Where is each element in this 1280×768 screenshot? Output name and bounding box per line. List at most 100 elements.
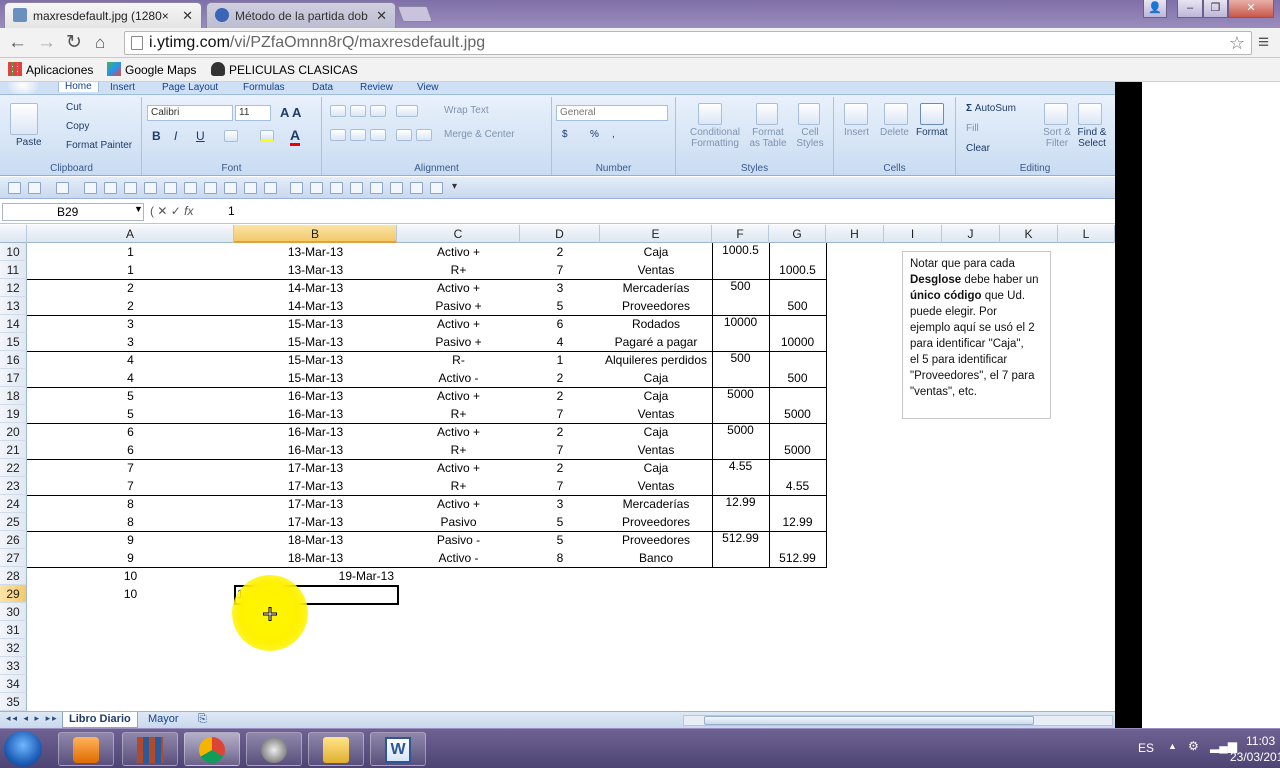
row-header[interactable]: 15 (0, 333, 27, 351)
cell-b[interactable]: 17-Mar-13 (234, 495, 397, 513)
align-top-icon[interactable] (330, 105, 346, 117)
cell-g[interactable] (769, 585, 826, 603)
paste-icon[interactable] (10, 103, 38, 135)
cell-a[interactable]: 3 (27, 333, 234, 351)
find-select-button[interactable]: Find & Select (1074, 127, 1110, 149)
format-painter-button[interactable]: Format Painter (52, 140, 132, 151)
cell-f[interactable]: 500 (712, 351, 769, 369)
cell-b[interactable]: 16-Mar-13 (234, 423, 397, 441)
filter-icon[interactable] (184, 182, 197, 194)
cell-d[interactable]: 7 (520, 405, 600, 423)
cell-b[interactable]: 17-Mar-13 (234, 477, 397, 495)
cell-d[interactable]: 2 (520, 243, 600, 261)
align-bottom-icon[interactable] (370, 105, 386, 117)
cell-c[interactable]: Pasivo + (397, 333, 520, 351)
cell-g[interactable] (769, 243, 826, 261)
cell-f[interactable] (712, 477, 769, 495)
tab-page-layout[interactable]: Page Layout (162, 82, 218, 93)
cell-a[interactable]: 2 (27, 279, 234, 297)
conditional-formatting-icon[interactable] (698, 103, 722, 125)
bookmark-peliculas[interactable]: PELICULAS CLASICAS (211, 62, 358, 77)
shape-icon[interactable] (224, 182, 237, 194)
forward-icon[interactable]: → (37, 32, 56, 54)
delete-button[interactable]: Delete (880, 127, 909, 138)
cell-f[interactable]: 500 (712, 279, 769, 297)
row-header[interactable]: 30 (0, 603, 27, 621)
cell-a[interactable] (27, 675, 234, 693)
copy-button[interactable]: Copy (52, 121, 89, 132)
cell-e[interactable]: Proveedores (600, 297, 712, 315)
cell-a[interactable]: 8 (27, 513, 234, 531)
cell-styles-button[interactable]: Cell Styles (792, 127, 828, 149)
cell-f[interactable]: 4.55 (712, 459, 769, 477)
cell-d[interactable]: 4 (520, 333, 600, 351)
cell-b[interactable]: 15-Mar-13 (234, 315, 397, 333)
cell-g[interactable] (769, 351, 826, 369)
home-icon[interactable]: ⌂ (95, 32, 105, 54)
freeze-icon[interactable] (350, 182, 363, 194)
insert-cells-icon[interactable] (844, 103, 868, 125)
row-header[interactable]: 17 (0, 369, 27, 387)
align-center-icon[interactable] (350, 129, 366, 141)
comment-icon[interactable] (330, 182, 343, 194)
cell-e[interactable]: Alquileres perdidos (600, 351, 712, 369)
cell-e[interactable]: Caja (600, 423, 712, 441)
cell-c[interactable]: R+ (397, 405, 520, 423)
star-icon[interactable]: ☆ (1229, 32, 1245, 54)
cell-c[interactable]: Activo + (397, 315, 520, 333)
cell-g[interactable]: 10000 (769, 333, 826, 351)
cell-b[interactable]: 13-Mar-13 (234, 261, 397, 279)
close-window-button[interactable]: ✕ (1228, 0, 1274, 18)
taskbar-library[interactable] (122, 732, 178, 766)
zoom-icon[interactable] (370, 182, 383, 194)
cell-a[interactable]: 9 (27, 531, 234, 549)
tab-home[interactable]: Home (58, 82, 99, 92)
cell-a[interactable]: 4 (27, 369, 234, 387)
cell-d[interactable]: 1 (520, 351, 600, 369)
cell-g[interactable] (769, 675, 826, 693)
customize-qat-icon[interactable]: ▾ (452, 181, 457, 192)
sheet-tab-libro-diario[interactable]: Libro Diario (62, 712, 138, 728)
cell-d[interactable]: 6 (520, 315, 600, 333)
cell-b[interactable]: 13-Mar-13 (234, 243, 397, 261)
cell-c[interactable] (397, 675, 520, 693)
cell-c[interactable]: Activo + (397, 423, 520, 441)
cell-g[interactable] (769, 531, 826, 549)
cell-d[interactable] (520, 675, 600, 693)
align-right-icon[interactable] (370, 129, 386, 141)
increase-indent-icon[interactable] (416, 129, 432, 141)
sort-icon[interactable] (164, 182, 177, 194)
row-header[interactable]: 31 (0, 621, 27, 639)
chevron-up-icon[interactable]: ▲ (1168, 741, 1177, 751)
cell-d[interactable]: 8 (520, 549, 600, 567)
taskbar-explorer[interactable] (308, 732, 364, 766)
cell-f[interactable] (712, 621, 769, 639)
row-header[interactable]: 32 (0, 639, 27, 657)
sheet-nav-icon[interactable]: ◂◂ ◂ ▸ ▸▸ (6, 713, 59, 724)
cell-c[interactable]: R+ (397, 261, 520, 279)
chevron-down-icon[interactable]: ▼ (134, 204, 143, 214)
close-icon[interactable]: ✕ (376, 8, 387, 24)
cell-f[interactable] (712, 549, 769, 567)
cell-d[interactable] (520, 585, 600, 603)
cell-a[interactable]: 5 (27, 405, 234, 423)
cell-b[interactable]: 17-Mar-13 (234, 513, 397, 531)
scrollbar-thumb[interactable] (704, 716, 1034, 725)
minimize-button[interactable]: – (1177, 0, 1203, 18)
cell-f[interactable] (712, 441, 769, 459)
cell-d[interactable]: 2 (520, 459, 600, 477)
cell-c[interactable]: R+ (397, 477, 520, 495)
cell-f[interactable] (712, 405, 769, 423)
form-icon[interactable] (310, 182, 323, 194)
clock-date[interactable]: 23/03/2015 (1230, 750, 1280, 764)
row-header[interactable]: 13 (0, 297, 27, 315)
cell-a[interactable] (27, 693, 234, 711)
cell-e[interactable]: Caja (600, 369, 712, 387)
cell-g[interactable] (769, 315, 826, 333)
currency-button[interactable]: $ (562, 129, 568, 140)
taskbar-word[interactable]: W (370, 732, 426, 766)
paste-button[interactable]: Paste (16, 137, 42, 148)
cell-g[interactable] (769, 639, 826, 657)
cell-a[interactable] (27, 657, 234, 675)
calc-icon[interactable] (390, 182, 403, 194)
